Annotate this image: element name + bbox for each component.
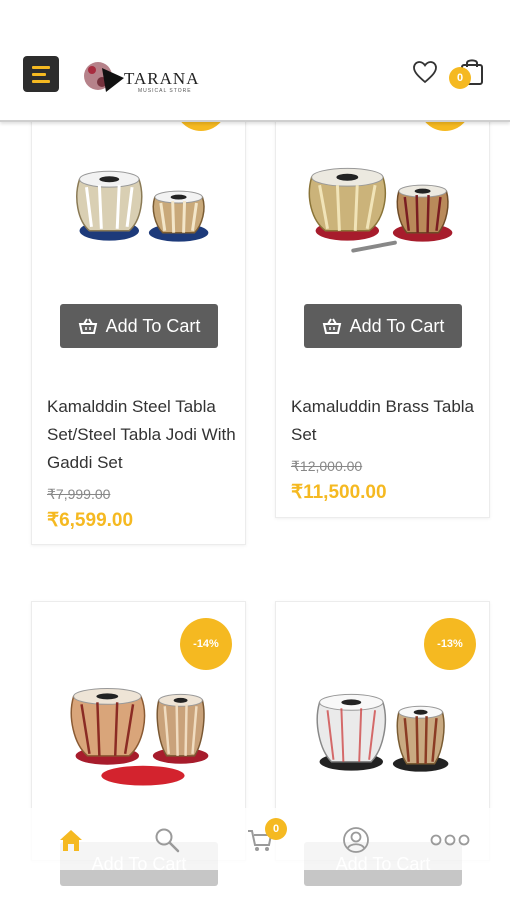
product-image[interactable] (32, 672, 245, 802)
logo-text: TARANA (124, 69, 200, 88)
sale-price: ₹11,500.00 (291, 482, 387, 503)
original-price: ₹7,999.00 (47, 486, 111, 502)
home-icon[interactable] (57, 826, 85, 854)
add-to-cart-button[interactable]: Add To Cart (60, 304, 218, 348)
account-icon[interactable] (342, 826, 370, 854)
logo-subtext: MUSICAL STORE (138, 88, 192, 94)
menu-icon[interactable] (23, 56, 59, 92)
add-to-cart-label: Add To Cart (105, 315, 201, 336)
product-card[interactable]: Add To Cart Kamaluddin Brass Tabla Set ₹… (275, 79, 490, 518)
add-to-cart-button[interactable]: Add To Cart (304, 304, 462, 348)
discount-badge: -14% (180, 618, 232, 670)
bag-count-badge: 0 (449, 67, 471, 89)
sale-price: ₹6,599.00 (47, 510, 134, 531)
product-image[interactable] (32, 139, 245, 269)
product-image[interactable] (276, 139, 489, 269)
discount-badge: -13% (424, 618, 476, 670)
heart-icon[interactable] (412, 60, 438, 84)
product-name[interactable]: Kamaluddin Brass Tabla Set (291, 393, 486, 449)
product-image[interactable] (276, 672, 489, 802)
product-card[interactable]: Add To Cart Kamalddin Steel Tabla Set/St… (31, 79, 246, 545)
product-name[interactable]: Kamalddin Steel Tabla Set/Steel Tabla Jo… (47, 393, 242, 477)
more-icon[interactable] (430, 826, 470, 854)
add-to-cart-label: Add To Cart (349, 315, 445, 336)
cart-count-badge: 0 (265, 818, 287, 840)
bottom-navigation (0, 808, 510, 870)
basket-icon (322, 318, 341, 334)
logo-mark (84, 62, 124, 92)
search-icon[interactable] (153, 826, 181, 854)
store-logo[interactable]: TARANA MUSICAL STORE (80, 56, 210, 100)
app-header: TARANA MUSICAL STORE 0 (0, 0, 510, 122)
original-price: ₹12,000.00 (291, 458, 363, 474)
basket-icon (78, 318, 97, 334)
